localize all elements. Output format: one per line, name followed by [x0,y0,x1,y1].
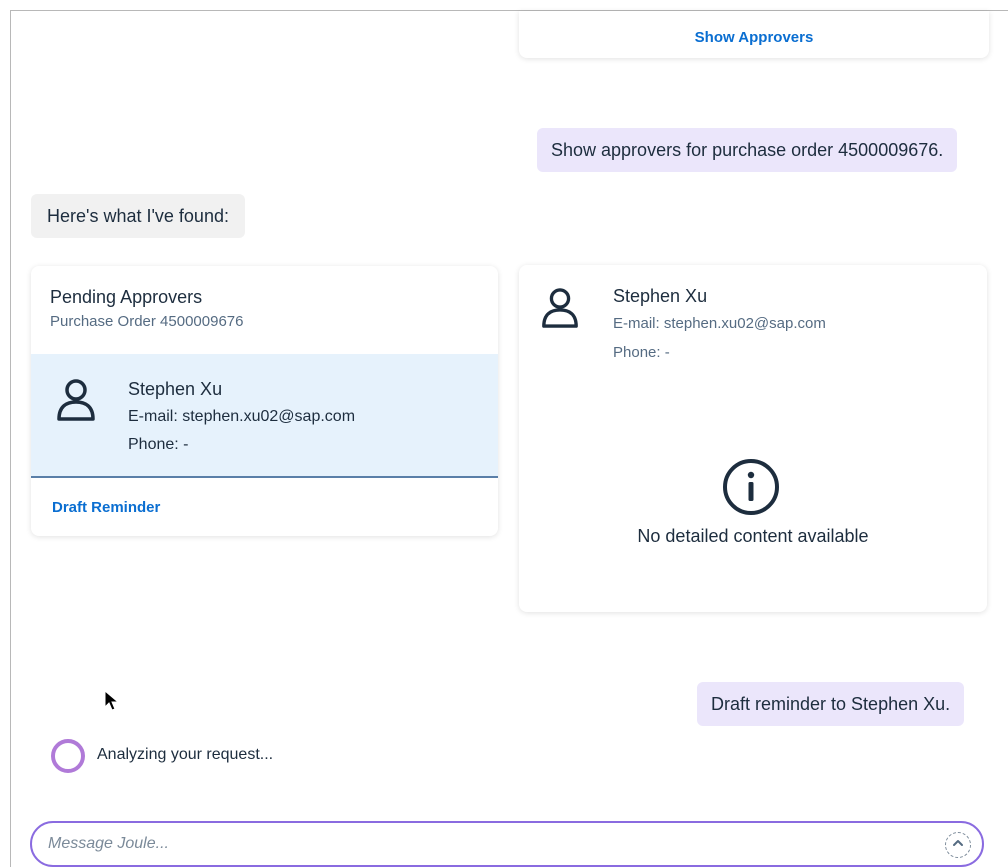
detail-email: E-mail: stephen.xu02@sap.com [613,315,826,332]
send-button[interactable] [945,832,971,858]
info-icon [720,456,782,523]
mouse-cursor-icon [104,689,120,717]
person-icon [55,378,97,427]
approver-list-item[interactable]: Stephen Xu E-mail: stephen.xu02@sap.com … [31,354,498,478]
message-input[interactable] [48,831,928,857]
person-icon [540,287,580,334]
approver-phone: Phone: - [128,436,189,453]
approver-detail-card: Stephen Xu E-mail: stephen.xu02@sap.com … [519,265,987,612]
draft-reminder-button[interactable]: Draft Reminder [52,499,160,516]
send-icon [951,836,965,855]
bot-message-1: Here's what I've found: [31,194,245,238]
message-composer [30,821,984,867]
approver-name: Stephen Xu [128,379,223,399]
card-title: Pending Approvers [50,287,203,307]
detail-name: Stephen Xu [613,286,708,306]
show-approvers-link[interactable]: Show Approvers [519,29,989,46]
show-approvers-card: Show Approvers [519,11,989,58]
card-subtitle: Purchase Order 4500009676 [50,313,244,330]
loading-spinner-icon [51,739,85,773]
approver-email: E-mail: stephen.xu02@sap.com [128,408,356,425]
detail-phone: Phone: - [613,344,670,361]
no-content-message: No detailed content available [637,526,869,546]
user-message-2: Draft reminder to Stephen Xu. [697,682,965,726]
user-message-1: Show approvers for purchase order 450000… [537,128,958,172]
pending-approvers-card: Pending Approvers Purchase Order 4500009… [31,266,498,536]
status-text: Analyzing your request... [97,746,274,763]
